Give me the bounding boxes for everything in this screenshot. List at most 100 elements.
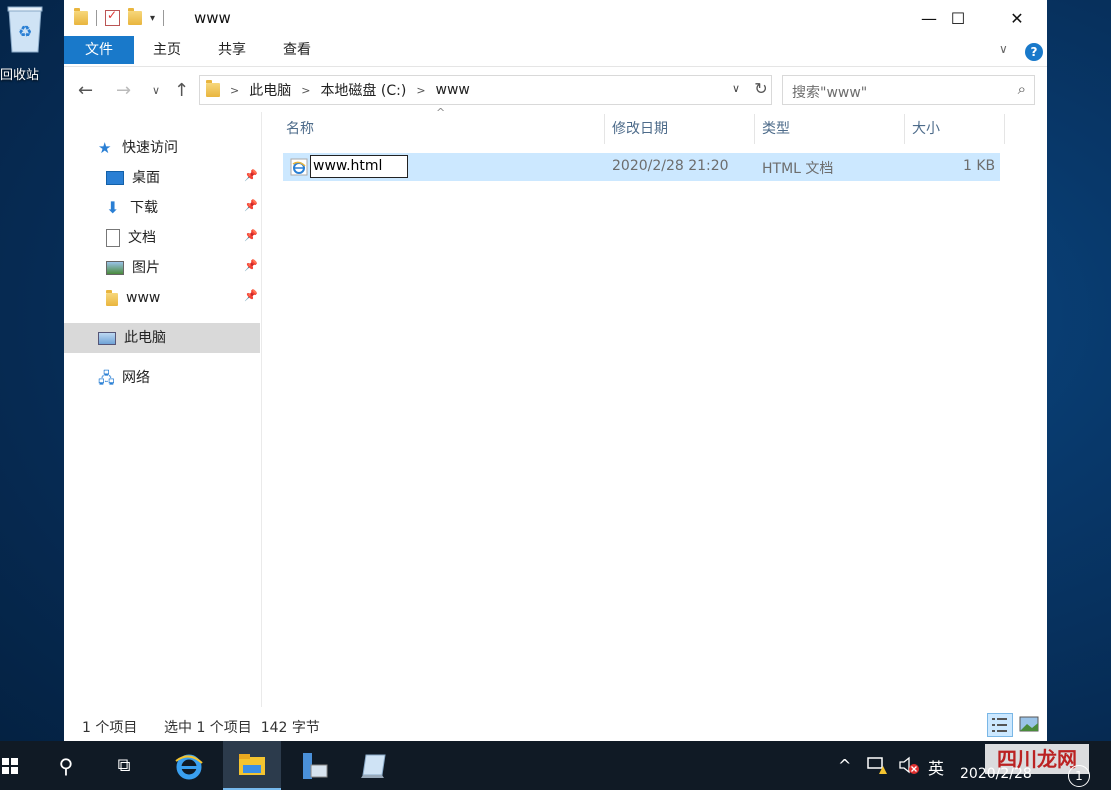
navigation-pane: 快速访问 桌面 📌 下载 📌 文档 📌 图片 📌 www 📌 此电脑: [64, 112, 262, 707]
details-view-icon[interactable]: [987, 713, 1013, 737]
task-view-icon[interactable]: ⧉: [100, 741, 148, 790]
windows-logo-icon: [2, 757, 18, 774]
breadcrumb-local-disk[interactable]: 本地磁盘 (C:): [320, 80, 406, 100]
customize-toolbar-icon[interactable]: ▾: [150, 13, 155, 24]
column-header-type[interactable]: 类型: [762, 114, 790, 144]
help-button[interactable]: ?: [1025, 43, 1043, 61]
search-box[interactable]: 搜索"www" ⌕: [782, 75, 1035, 105]
file-explorer-taskbar-icon[interactable]: [223, 741, 281, 790]
nav-label: 文档: [128, 230, 156, 246]
ribbon-tabs: 文件 主页 共享 查看 ∨ ?: [64, 36, 1047, 67]
sort-ascending-icon: ^: [436, 106, 446, 119]
refresh-icon[interactable]: ↻: [751, 76, 771, 102]
nav-item-documents[interactable]: 文档: [106, 223, 156, 253]
nav-quick-access[interactable]: 快速访问: [98, 133, 178, 163]
document-icon: [106, 229, 120, 247]
column-separator[interactable]: [1004, 114, 1005, 144]
tab-view[interactable]: 查看: [270, 36, 324, 64]
server-manager-icon[interactable]: [290, 741, 338, 790]
show-hidden-icons-icon[interactable]: ^: [838, 756, 851, 775]
nav-this-pc[interactable]: 此电脑: [64, 323, 260, 353]
toolbar-separator: [96, 10, 97, 26]
column-separator[interactable]: [904, 114, 905, 144]
maximize-button[interactable]: ☐: [929, 0, 987, 36]
address-bar[interactable]: > 此电脑 > 本地磁盘 (C:) > www: [199, 75, 772, 105]
forward-arrow-icon[interactable]: →: [116, 80, 131, 101]
nav-label: 图片: [132, 260, 160, 276]
tab-file[interactable]: 文件: [64, 36, 134, 64]
ime-indicator[interactable]: 英: [928, 755, 944, 779]
quick-access-toolbar: ▾: [74, 8, 165, 28]
pin-icon[interactable]: 📌: [244, 289, 258, 302]
expand-ribbon-icon[interactable]: ∨: [999, 42, 1008, 56]
download-icon: [106, 193, 122, 223]
recycle-bin-icon: ♻: [7, 6, 43, 53]
nav-label: 此电脑: [124, 330, 166, 346]
chevron-right-icon[interactable]: >: [416, 84, 425, 97]
pin-icon[interactable]: 📌: [244, 229, 258, 242]
status-bar: 1 个项目 选中 1 个项目 142 字节: [64, 707, 1047, 741]
column-separator[interactable]: [754, 114, 755, 144]
start-button[interactable]: [0, 741, 20, 790]
pin-icon[interactable]: 📌: [244, 259, 258, 272]
recycle-bin-label: 回收站: [0, 68, 40, 83]
breadcrumb-www[interactable]: www: [436, 82, 470, 98]
nav-label: 桌面: [132, 170, 160, 186]
file-modified: 2020/2/28 21:20: [612, 158, 729, 174]
folder-icon[interactable]: [74, 8, 88, 25]
breadcrumb-this-pc[interactable]: 此电脑: [249, 80, 291, 100]
nav-label: 网络: [122, 370, 150, 386]
network-icon: [98, 363, 115, 393]
nav-item-downloads[interactable]: 下载: [106, 193, 158, 223]
nav-item-www[interactable]: www: [106, 283, 160, 313]
nav-label: 快速访问: [122, 140, 178, 156]
column-separator[interactable]: [604, 114, 605, 144]
nav-item-pictures[interactable]: 图片: [106, 253, 160, 283]
properties-icon[interactable]: [105, 8, 120, 26]
window-title: www: [194, 9, 231, 27]
svg-text:♻: ♻: [18, 22, 32, 41]
file-type: HTML 文档: [762, 161, 834, 177]
star-icon: [98, 133, 114, 163]
title-bar: ▾ www — ☐ ✕: [64, 0, 1047, 36]
column-header-size[interactable]: 大小: [912, 114, 940, 144]
html-file-icon: [290, 158, 308, 176]
tab-share[interactable]: 共享: [205, 36, 259, 64]
large-icons-view-icon[interactable]: [1017, 713, 1041, 735]
new-folder-icon[interactable]: [128, 8, 142, 25]
folder-icon: [106, 289, 118, 306]
recent-locations-icon[interactable]: ∨: [152, 84, 160, 97]
address-dropdown-icon[interactable]: ∨: [732, 82, 740, 95]
toolbar-separator: [163, 10, 165, 26]
search-icon[interactable]: ⚲: [42, 741, 90, 790]
chevron-right-icon[interactable]: >: [230, 84, 239, 97]
picture-icon: [106, 261, 124, 275]
taskbar: ⚲ ⧉ ^ 英 2020/2/28 四川龙网 1: [0, 741, 1111, 790]
pin-icon[interactable]: 📌: [244, 169, 258, 182]
pin-icon[interactable]: 📌: [244, 199, 258, 212]
up-arrow-icon[interactable]: ↑: [174, 80, 189, 101]
chevron-right-icon[interactable]: >: [301, 84, 310, 97]
pane-divider[interactable]: [261, 112, 262, 707]
search-placeholder: 搜索"www": [792, 85, 868, 101]
recycle-bin[interactable]: ♻ 回收站: [0, 0, 62, 90]
back-arrow-icon[interactable]: ←: [78, 80, 93, 101]
selection-info: 选中 1 个项目 142 字节: [164, 720, 320, 736]
column-header-name[interactable]: 名称: [286, 114, 314, 144]
search-icon: ⌕: [1017, 80, 1026, 98]
close-button[interactable]: ✕: [988, 0, 1046, 36]
desktop-icon: [106, 171, 124, 185]
folder-icon: [206, 80, 220, 97]
computer-icon: [98, 331, 116, 345]
tab-home[interactable]: 主页: [140, 36, 194, 64]
nav-item-desktop[interactable]: 桌面: [106, 163, 160, 193]
nav-label: 下载: [130, 200, 158, 216]
volume-muted-icon[interactable]: [898, 755, 920, 779]
column-header-modified[interactable]: 修改日期: [612, 114, 668, 144]
rename-input[interactable]: www.html: [310, 155, 408, 178]
remote-desktop-icon[interactable]: [350, 741, 398, 790]
network-warning-icon[interactable]: [866, 755, 888, 779]
nav-network[interactable]: 网络: [98, 363, 150, 393]
internet-explorer-icon[interactable]: [165, 741, 213, 790]
notification-icon[interactable]: 1: [1068, 765, 1090, 787]
